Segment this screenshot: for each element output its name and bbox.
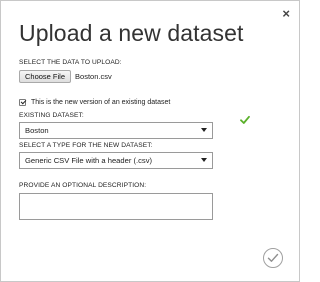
chevron-down-icon bbox=[201, 158, 207, 162]
check-mark-icon bbox=[240, 115, 250, 124]
choose-file-button[interactable]: Choose File bbox=[19, 69, 72, 83]
file-picker: Choose File Boston.csv bbox=[19, 69, 112, 83]
dataset-type-select[interactable]: Generic CSV File with a header (.csv) bbox=[19, 152, 213, 169]
selected-file-name: Boston.csv bbox=[75, 71, 112, 81]
new-version-checkbox[interactable] bbox=[19, 98, 26, 106]
existing-dataset-value: Boston bbox=[25, 126, 49, 135]
description-label: PROVIDE AN OPTIONAL DESCRIPTION: bbox=[19, 182, 147, 189]
existing-dataset-label: EXISTING DATASET: bbox=[19, 112, 84, 119]
checkmark-circle-icon bbox=[267, 253, 279, 262]
dataset-type-label: SELECT A TYPE FOR THE NEW DATASET: bbox=[19, 142, 153, 149]
upload-dataset-dialog: × Upload a new dataset SELECT THE DATA T… bbox=[0, 0, 300, 282]
dataset-type-value: Generic CSV File with a header (.csv) bbox=[25, 156, 153, 165]
existing-dataset-select[interactable]: Boston bbox=[19, 122, 213, 139]
chevron-down-icon bbox=[201, 128, 207, 132]
upload-data-label: SELECT THE DATA TO UPLOAD: bbox=[19, 59, 122, 66]
new-version-label[interactable]: This is the new version of an existing d… bbox=[31, 99, 170, 106]
close-icon[interactable]: × bbox=[282, 7, 290, 21]
description-textarea[interactable] bbox=[19, 193, 213, 220]
ok-button[interactable] bbox=[263, 248, 283, 268]
dialog-title: Upload a new dataset bbox=[19, 20, 244, 46]
new-version-row: This is the new version of an existing d… bbox=[19, 97, 170, 107]
